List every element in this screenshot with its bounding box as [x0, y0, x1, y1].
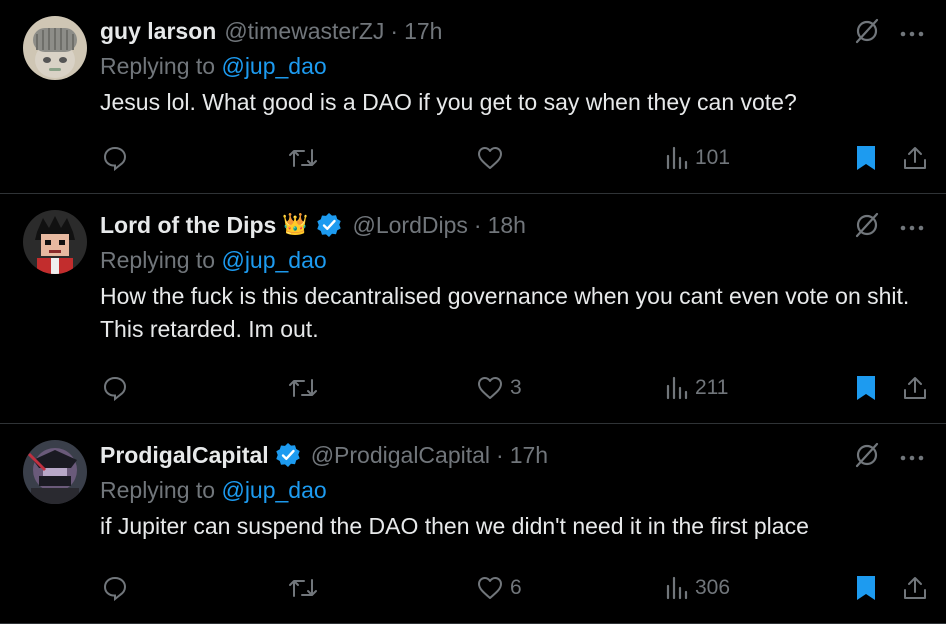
views-button[interactable]: 211	[665, 371, 728, 405]
heart-icon	[476, 375, 504, 401]
heart-icon	[476, 145, 504, 171]
views-button[interactable]: 306	[665, 571, 730, 605]
bookmark-button[interactable]	[854, 571, 878, 605]
tweet-text: How the fuck is this decantralised gover…	[100, 283, 910, 342]
tweet[interactable]: guy larson @timewasterZJ · 17h Replying …	[0, 0, 946, 194]
verified-badge-icon[interactable]	[275, 442, 301, 468]
views-button[interactable]: 101	[665, 141, 730, 175]
retweet-button[interactable]	[288, 571, 318, 605]
share-icon	[902, 145, 928, 171]
share-icon	[902, 375, 928, 401]
retweet-button[interactable]	[288, 371, 318, 405]
reply-icon	[102, 375, 128, 401]
display-name[interactable]: ProdigalCapital	[100, 442, 269, 469]
retweet-icon	[288, 576, 318, 600]
tweet-text: if Jupiter can suspend the DAO then we d…	[100, 513, 809, 539]
bookmark-icon	[854, 574, 878, 602]
view-count: 101	[695, 146, 731, 169]
retweet-icon	[288, 146, 318, 170]
share-icon	[902, 575, 928, 601]
view-count: 306	[695, 576, 731, 599]
user-handle[interactable]: @LordDips	[352, 212, 467, 239]
replying-to-link[interactable]: @jup_dao	[221, 53, 326, 79]
like-button[interactable]: 3	[476, 371, 522, 405]
heart-icon	[476, 575, 504, 601]
separator: ·	[390, 17, 399, 44]
share-button[interactable]	[902, 571, 928, 605]
reply-icon	[102, 145, 128, 171]
views-icon	[665, 576, 689, 600]
avatar[interactable]	[23, 440, 87, 504]
grok-slash-icon[interactable]	[854, 212, 880, 243]
timestamp[interactable]: 17h	[510, 442, 548, 469]
share-button[interactable]	[902, 371, 928, 405]
tweet-actions: 3 211	[100, 371, 926, 405]
share-button[interactable]	[902, 141, 928, 175]
bookmark-icon	[854, 144, 878, 172]
like-count: 6	[510, 576, 522, 599]
bookmark-button[interactable]	[854, 141, 878, 175]
timestamp[interactable]: 17h	[404, 18, 442, 45]
grok-slash-icon[interactable]	[854, 18, 880, 49]
replying-to-link[interactable]: @jup_dao	[221, 247, 326, 273]
more-icon[interactable]	[900, 219, 924, 237]
user-handle[interactable]: @timewasterZJ	[224, 18, 384, 45]
user-handle[interactable]: @ProdigalCapital	[311, 442, 490, 469]
reply-button[interactable]	[102, 371, 128, 405]
like-button[interactable]	[476, 141, 510, 175]
timestamp[interactable]: 18h	[488, 212, 526, 239]
tweet-header: ProdigalCapital @ProdigalCapital · 17h	[100, 438, 918, 472]
bookmark-icon	[854, 374, 878, 402]
replying-to: Replying to @jup_dao	[100, 472, 918, 508]
tweet[interactable]: ProdigalCapital @ProdigalCapital · 17h R…	[0, 424, 946, 624]
bookmark-button[interactable]	[854, 371, 878, 405]
retweet-button[interactable]	[288, 141, 318, 175]
reply-button[interactable]	[102, 141, 128, 175]
tweet-header: guy larson @timewasterZJ · 17h	[100, 14, 918, 48]
reply-icon	[102, 575, 128, 601]
tweet-actions: 101	[100, 141, 926, 175]
tweet[interactable]: Lord of the Dips 👑 @LordDips · 18h Reply…	[0, 194, 946, 424]
avatar[interactable]	[23, 16, 87, 80]
replying-prefix: Replying to	[100, 53, 222, 79]
reply-button[interactable]	[102, 571, 128, 605]
more-icon[interactable]	[900, 25, 924, 43]
display-name[interactable]: guy larson	[100, 18, 216, 45]
views-icon	[665, 376, 689, 400]
separator: ·	[473, 211, 482, 238]
views-icon	[665, 146, 689, 170]
verified-badge-icon[interactable]	[316, 212, 342, 238]
avatar[interactable]	[23, 210, 87, 274]
retweet-icon	[288, 376, 318, 400]
like-button[interactable]: 6	[476, 571, 522, 605]
replying-prefix: Replying to	[100, 247, 222, 273]
tweet-text: Jesus lol. What good is a DAO if you get…	[100, 89, 797, 115]
separator: ·	[496, 441, 504, 468]
tweet-header: Lord of the Dips 👑 @LordDips · 18h	[100, 208, 918, 242]
like-count: 3	[510, 376, 522, 399]
more-icon[interactable]	[900, 449, 924, 467]
view-count: 211	[695, 376, 729, 399]
replying-to: Replying to @jup_dao	[100, 48, 918, 84]
crown-emoji: 👑	[282, 213, 309, 236]
replying-to-link[interactable]: @jup_dao	[221, 477, 326, 503]
display-name[interactable]: Lord of the Dips	[100, 212, 276, 239]
tweet-actions: 6 306	[100, 571, 926, 605]
replying-prefix: Replying to	[100, 477, 222, 503]
replying-to: Replying to @jup_dao	[100, 242, 918, 278]
grok-slash-icon[interactable]	[854, 442, 880, 473]
